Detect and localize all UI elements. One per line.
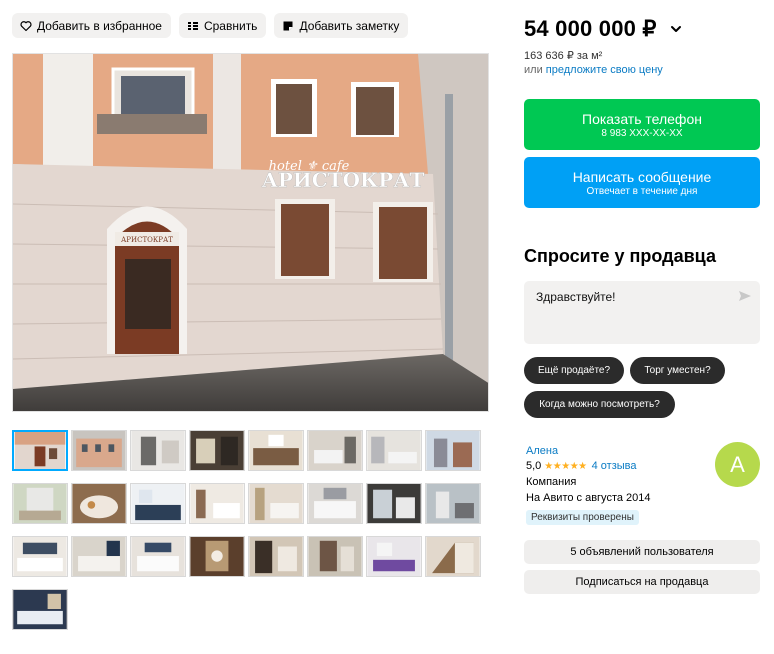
offer-prefix: или	[524, 64, 543, 76]
send-icon[interactable]	[738, 289, 752, 303]
photo-thumbnail[interactable]	[12, 536, 68, 577]
show-phone-label: Показать телефон	[582, 110, 702, 127]
compare-icon	[187, 20, 199, 32]
price-per-m2: 163 636 ₽ за м²	[524, 50, 603, 62]
photo-thumbnail[interactable]	[307, 430, 363, 471]
note-icon	[282, 20, 294, 32]
add-note-label: Добавить заметку	[299, 18, 400, 33]
photo-thumbnail[interactable]	[248, 430, 304, 471]
quick-question-chip[interactable]: Когда можно посмотреть?	[524, 391, 675, 418]
photo-thumbnail[interactable]	[248, 483, 304, 524]
add-to-favorites-button[interactable]: Добавить в избранное	[12, 13, 171, 38]
photo-thumbnail[interactable]	[130, 483, 186, 524]
photo-thumbnail[interactable]	[71, 483, 127, 524]
write-message-button[interactable]: Написать сообщение Отвечает в течение дн…	[524, 157, 760, 208]
photo-thumbnail[interactable]	[189, 430, 245, 471]
verified-badge: Реквизиты проверены	[526, 510, 639, 525]
photo-thumbnail[interactable]	[425, 430, 481, 471]
ask-seller-box	[524, 281, 760, 344]
compare-button[interactable]: Сравнить	[178, 13, 267, 38]
seller-name[interactable]: Алена	[526, 445, 558, 457]
show-phone-button[interactable]: Показать телефон 8 983 XXX-XX-XX	[524, 99, 760, 150]
photo-thumbnail[interactable]	[366, 430, 422, 471]
main-photo[interactable]: hotel ⚜ cafe АРИСТОКРАТ АРИСТОКРАТ	[12, 53, 489, 412]
photo-thumbnail[interactable]	[307, 483, 363, 524]
ask-seller-input[interactable]	[536, 290, 726, 304]
offer-price-line: или предложите свою цену	[524, 64, 663, 76]
hotel-facade-image: hotel ⚜ cafe АРИСТОКРАТ АРИСТОКРАТ	[13, 54, 488, 411]
rating-value: 5,0	[526, 460, 542, 472]
photo-thumbnail[interactable]	[425, 536, 481, 577]
price: 54 000 000 ₽	[524, 16, 657, 41]
hotel-sign-main: АРИСТОКРАТ	[262, 168, 425, 192]
photo-thumbnail[interactable]	[425, 483, 481, 524]
price-block: 54 000 000 ₽	[524, 16, 683, 42]
seller-type: Компания	[526, 476, 577, 488]
quick-question-chip[interactable]: Торг уместен?	[630, 357, 725, 384]
rating-stars-icon: ★★★★★	[544, 460, 587, 472]
seller-rating: 5,0 ★★★★★ 4 отзыва	[526, 460, 637, 472]
photo-thumbnails	[12, 430, 486, 630]
photo-thumbnail[interactable]	[130, 430, 186, 471]
add-to-favorites-label: Добавить в избранное	[37, 18, 162, 33]
photo-thumbnail[interactable]	[12, 483, 68, 524]
masked-phone-number: 8 983 XXX-XX-XX	[601, 127, 683, 139]
photo-thumbnail[interactable]	[12, 430, 68, 471]
photo-thumbnail[interactable]	[366, 483, 422, 524]
photo-thumbnail[interactable]	[248, 536, 304, 577]
photo-thumbnail[interactable]	[12, 589, 68, 630]
photo-thumbnail[interactable]	[189, 536, 245, 577]
add-note-button[interactable]: Добавить заметку	[274, 13, 409, 38]
ask-seller-title: Спросите у продавца	[524, 246, 716, 266]
listing-actions: Добавить в избранное Сравнить Добавить з…	[12, 13, 409, 38]
photo-thumbnail[interactable]	[71, 536, 127, 577]
photo-thumbnail[interactable]	[71, 430, 127, 471]
photo-thumbnail[interactable]	[307, 536, 363, 577]
write-message-label: Написать сообщение	[572, 168, 712, 185]
compare-label: Сравнить	[203, 18, 258, 33]
response-time: Отвечает в течение дня	[586, 185, 698, 197]
seller-since: На Авито с августа 2014	[526, 492, 651, 504]
door-sign: АРИСТОКРАТ	[121, 236, 173, 244]
subscribe-seller-button[interactable]: Подписаться на продавца	[524, 570, 760, 594]
seller-avatar[interactable]: А	[715, 442, 760, 487]
photo-thumbnail[interactable]	[130, 536, 186, 577]
photo-thumbnail[interactable]	[189, 483, 245, 524]
chevron-down-icon[interactable]	[669, 22, 683, 36]
reviews-link[interactable]: 4 отзыва	[592, 460, 637, 472]
offer-price-link[interactable]: предложите свою цену	[546, 64, 663, 76]
photo-thumbnail[interactable]	[366, 536, 422, 577]
quick-question-chip[interactable]: Ещё продаёте?	[524, 357, 624, 384]
user-listings-button[interactable]: 5 объявлений пользователя	[524, 540, 760, 564]
heart-icon	[20, 20, 32, 32]
